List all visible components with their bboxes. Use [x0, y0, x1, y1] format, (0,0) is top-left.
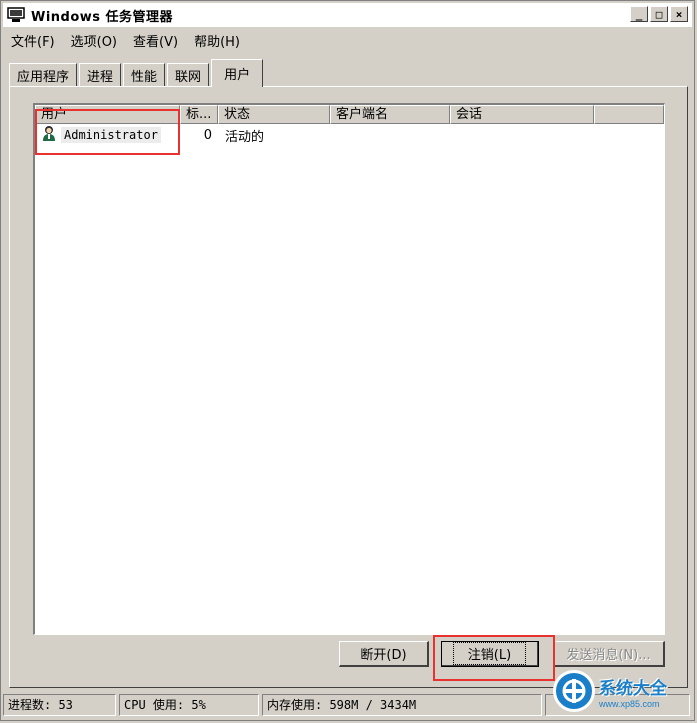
- menu-help[interactable]: 帮助(H): [186, 31, 248, 50]
- tab-users[interactable]: 用户: [211, 59, 264, 87]
- send-message-label: 发送消息(N)...: [566, 648, 651, 663]
- watermark-logo-icon: [553, 670, 595, 712]
- column-header-client-name[interactable]: 客户端名: [330, 105, 450, 124]
- window-title: Windows 任务管理器: [31, 9, 174, 25]
- watermark-text: 系统大全 www.xp85.com: [599, 674, 667, 709]
- tab-networking[interactable]: 联网: [167, 63, 210, 87]
- memory-usage: 内存使用: 598M / 3434M: [262, 694, 542, 716]
- status-cell: 活动的: [225, 129, 265, 145]
- watermark-url: www.xp85.com: [599, 698, 660, 709]
- column-header-filler: [594, 105, 664, 124]
- tab-performance[interactable]: 性能: [123, 63, 166, 87]
- minimize-button[interactable]: _: [630, 6, 648, 22]
- highlight-user-box: [35, 109, 180, 155]
- menu-view[interactable]: 查看(V): [125, 31, 186, 50]
- disconnect-button[interactable]: 断开(D): [339, 641, 429, 667]
- tab-processes[interactable]: 进程: [79, 63, 122, 87]
- menu-file[interactable]: 文件(F): [3, 31, 63, 50]
- tab-strip: 应用程序 进程 性能 联网 用户: [9, 59, 265, 87]
- send-message-button[interactable]: 发送消息(N)...: [553, 641, 665, 667]
- column-header-session[interactable]: 会话: [450, 105, 594, 124]
- maximize-button[interactable]: □: [650, 6, 668, 22]
- column-header-status[interactable]: 状态: [218, 105, 330, 124]
- users-list[interactable]: 用户 标... 状态 客户端名 会话 Administrator 0 活动的: [33, 103, 665, 635]
- process-count: 进程数: 53: [3, 694, 116, 716]
- watermark: 系统大全 www.xp85.com: [553, 666, 688, 716]
- cpu-usage: CPU 使用: 5%: [119, 694, 259, 716]
- task-manager-window: Windows 任务管理器 _ □ × 文件(F) 选项(O) 查看(V) 帮助…: [0, 0, 695, 721]
- title-bar[interactable]: Windows 任务管理器 _ □ ×: [3, 3, 692, 27]
- menu-options[interactable]: 选项(O): [63, 31, 125, 50]
- column-header-id[interactable]: 标...: [180, 105, 218, 124]
- close-button[interactable]: ×: [670, 6, 688, 22]
- tab-applications[interactable]: 应用程序: [9, 63, 78, 87]
- monitor-icon: [7, 7, 25, 23]
- menu-bar: 文件(F) 选项(O) 查看(V) 帮助(H): [3, 29, 248, 51]
- disconnect-label: 断开(D): [360, 648, 407, 663]
- highlight-logoff-box: [433, 635, 555, 681]
- window-controls: _ □ ×: [630, 6, 688, 22]
- session-id-cell: 0: [203, 127, 212, 143]
- watermark-title: 系统大全: [599, 678, 667, 699]
